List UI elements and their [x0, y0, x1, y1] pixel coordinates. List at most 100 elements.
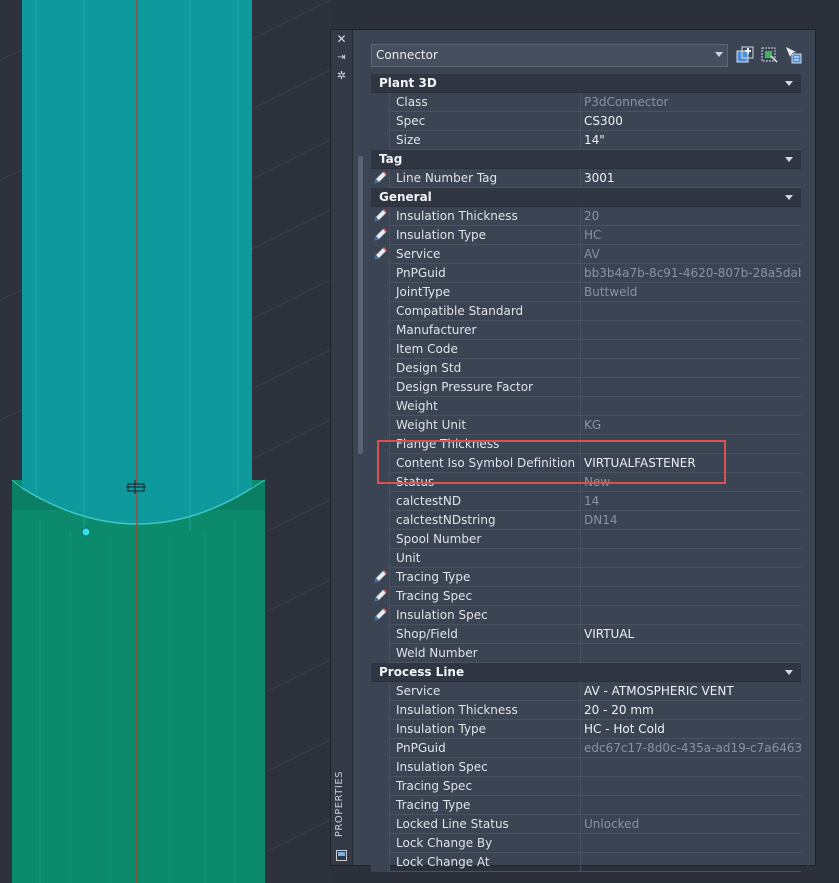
pencil-icon[interactable]	[372, 570, 388, 585]
property-value[interactable]	[581, 435, 801, 453]
pencil-icon[interactable]	[372, 247, 388, 262]
properties-menu-icon[interactable]: ✲	[335, 69, 348, 82]
property-row[interactable]: Unit	[371, 549, 801, 568]
property-value[interactable]	[581, 853, 801, 871]
property-row[interactable]: Line Number Tag 3001	[371, 169, 801, 188]
property-row[interactable]: Spool Number	[371, 530, 801, 549]
model-viewport[interactable]	[0, 0, 330, 883]
pencil-icon[interactable]	[372, 209, 388, 224]
close-icon[interactable]: ✕	[335, 33, 348, 46]
property-value[interactable]	[581, 758, 801, 776]
property-value[interactable]	[581, 397, 801, 415]
toggle-pickadd-icon[interactable]	[735, 45, 755, 65]
property-value[interactable]	[581, 606, 801, 624]
property-name: PnPGuid	[389, 264, 581, 282]
property-value[interactable]	[581, 530, 801, 548]
property-value[interactable]: 20 - 20 mm	[581, 701, 801, 719]
property-row[interactable]: Lock Change By	[371, 834, 801, 853]
category-plant-3d[interactable]: Plant 3D	[371, 74, 801, 93]
property-row[interactable]: Manufacturer	[371, 321, 801, 340]
auto-hide-icon[interactable]: ⇥	[335, 51, 348, 64]
property-row[interactable]: Weld Number	[371, 644, 801, 663]
property-row[interactable]: calctestND 14	[371, 492, 801, 511]
property-row[interactable]: Spec CS300	[371, 112, 801, 131]
property-row[interactable]: Lock Change At	[371, 853, 801, 872]
property-value[interactable]	[581, 777, 801, 795]
property-row[interactable]: Weight	[371, 397, 801, 416]
quick-select-icon[interactable]	[783, 45, 803, 65]
select-objects-icon[interactable]	[759, 45, 779, 65]
property-row[interactable]: PnPGuidbb3b4a7b-8c91-4620-807b-28a5dab5e…	[371, 264, 801, 283]
property-value: DN14	[584, 513, 618, 527]
pencil-icon[interactable]	[372, 608, 388, 623]
property-row[interactable]: Content Iso Symbol Definition VIRTUALFAST…	[371, 454, 801, 473]
property-value[interactable]	[581, 340, 801, 358]
chevron-down-icon[interactable]	[785, 157, 793, 162]
property-row[interactable]: Weight Unit KG	[371, 416, 801, 435]
property-value[interactable]: HC - Hot Cold	[581, 720, 801, 738]
property-row[interactable]: Design Std	[371, 359, 801, 378]
property-row[interactable]: Tracing Type	[371, 796, 801, 815]
property-row[interactable]: Locked Line Status Unlocked	[371, 815, 801, 834]
property-row[interactable]: JointType Buttweld	[371, 283, 801, 302]
property-row[interactable]: Service AV	[371, 245, 801, 264]
property-value[interactable]	[581, 568, 801, 586]
property-row[interactable]: calctestNDstring DN14	[371, 511, 801, 530]
object-type-dropdown[interactable]: Connector	[371, 44, 728, 67]
chevron-down-icon[interactable]	[785, 81, 793, 86]
category-title: General	[379, 190, 432, 204]
property-value[interactable]	[581, 644, 801, 662]
property-value[interactable]	[581, 302, 801, 320]
property-row[interactable]: Status New	[371, 473, 801, 492]
property-row[interactable]: Flange Thickness	[371, 435, 801, 454]
chevron-down-icon[interactable]	[785, 195, 793, 200]
property-row[interactable]: Insulation Thickness 20	[371, 207, 801, 226]
property-row[interactable]: Class P3dConnector	[371, 93, 801, 112]
category-process-line[interactable]: Process Line	[371, 663, 801, 682]
pencil-icon[interactable]	[372, 171, 388, 186]
property-value[interactable]	[581, 587, 801, 605]
property-value[interactable]: 14"	[581, 131, 801, 149]
property-row[interactable]: Size 14"	[371, 131, 801, 150]
property-row[interactable]: Insulation Thickness 20 - 20 mm	[371, 701, 801, 720]
scrollbar-thumb[interactable]	[358, 156, 363, 454]
property-row[interactable]: Compatible Standard	[371, 302, 801, 321]
chevron-down-icon[interactable]	[785, 670, 793, 675]
property-row[interactable]: Insulation Type HC	[371, 226, 801, 245]
property-name: calctestND	[389, 492, 581, 510]
row-gutter	[371, 625, 389, 644]
property-value[interactable]	[581, 321, 801, 339]
property-value[interactable]	[581, 796, 801, 814]
property-row[interactable]: Tracing Spec	[371, 587, 801, 606]
property-value[interactable]: AV - ATMOSPHERIC VENT	[581, 682, 801, 700]
row-gutter	[371, 435, 389, 454]
property-value[interactable]: CS300	[581, 112, 801, 130]
property-row[interactable]: Insulation Spec	[371, 758, 801, 777]
row-gutter	[371, 853, 389, 872]
property-row[interactable]: Shop/Field VIRTUAL	[371, 625, 801, 644]
property-value[interactable]: VIRTUALFASTENER	[581, 454, 801, 472]
property-value[interactable]	[581, 834, 801, 852]
property-value: New	[584, 475, 611, 489]
category-general[interactable]: General	[371, 188, 801, 207]
property-row[interactable]: PnPGuidedc67c17-8d0c-435a-ad19-c7a6463e9…	[371, 739, 801, 758]
property-value[interactable]: 3001	[581, 169, 801, 187]
property-value: P3dConnector	[584, 95, 669, 109]
property-row[interactable]: Design Pressure Factor	[371, 378, 801, 397]
property-row[interactable]: Tracing Spec	[371, 777, 801, 796]
pencil-icon[interactable]	[372, 589, 388, 604]
property-row[interactable]: Insulation Spec	[371, 606, 801, 625]
row-gutter	[371, 93, 389, 112]
property-value[interactable]	[581, 359, 801, 377]
property-row[interactable]: Insulation Type HC - Hot Cold	[371, 720, 801, 739]
category-title: Process Line	[379, 665, 465, 679]
property-value[interactable]	[581, 549, 801, 567]
property-row[interactable]: Item Code	[371, 340, 801, 359]
property-row[interactable]: Service AV - ATMOSPHERIC VENT	[371, 682, 801, 701]
property-value[interactable]	[581, 378, 801, 396]
pencil-icon[interactable]	[372, 228, 388, 243]
property-value[interactable]: VIRTUAL	[581, 625, 801, 643]
property-row[interactable]: Tracing Type	[371, 568, 801, 587]
category-tag[interactable]: Tag	[371, 150, 801, 169]
property-name: Tracing Type	[389, 796, 581, 814]
